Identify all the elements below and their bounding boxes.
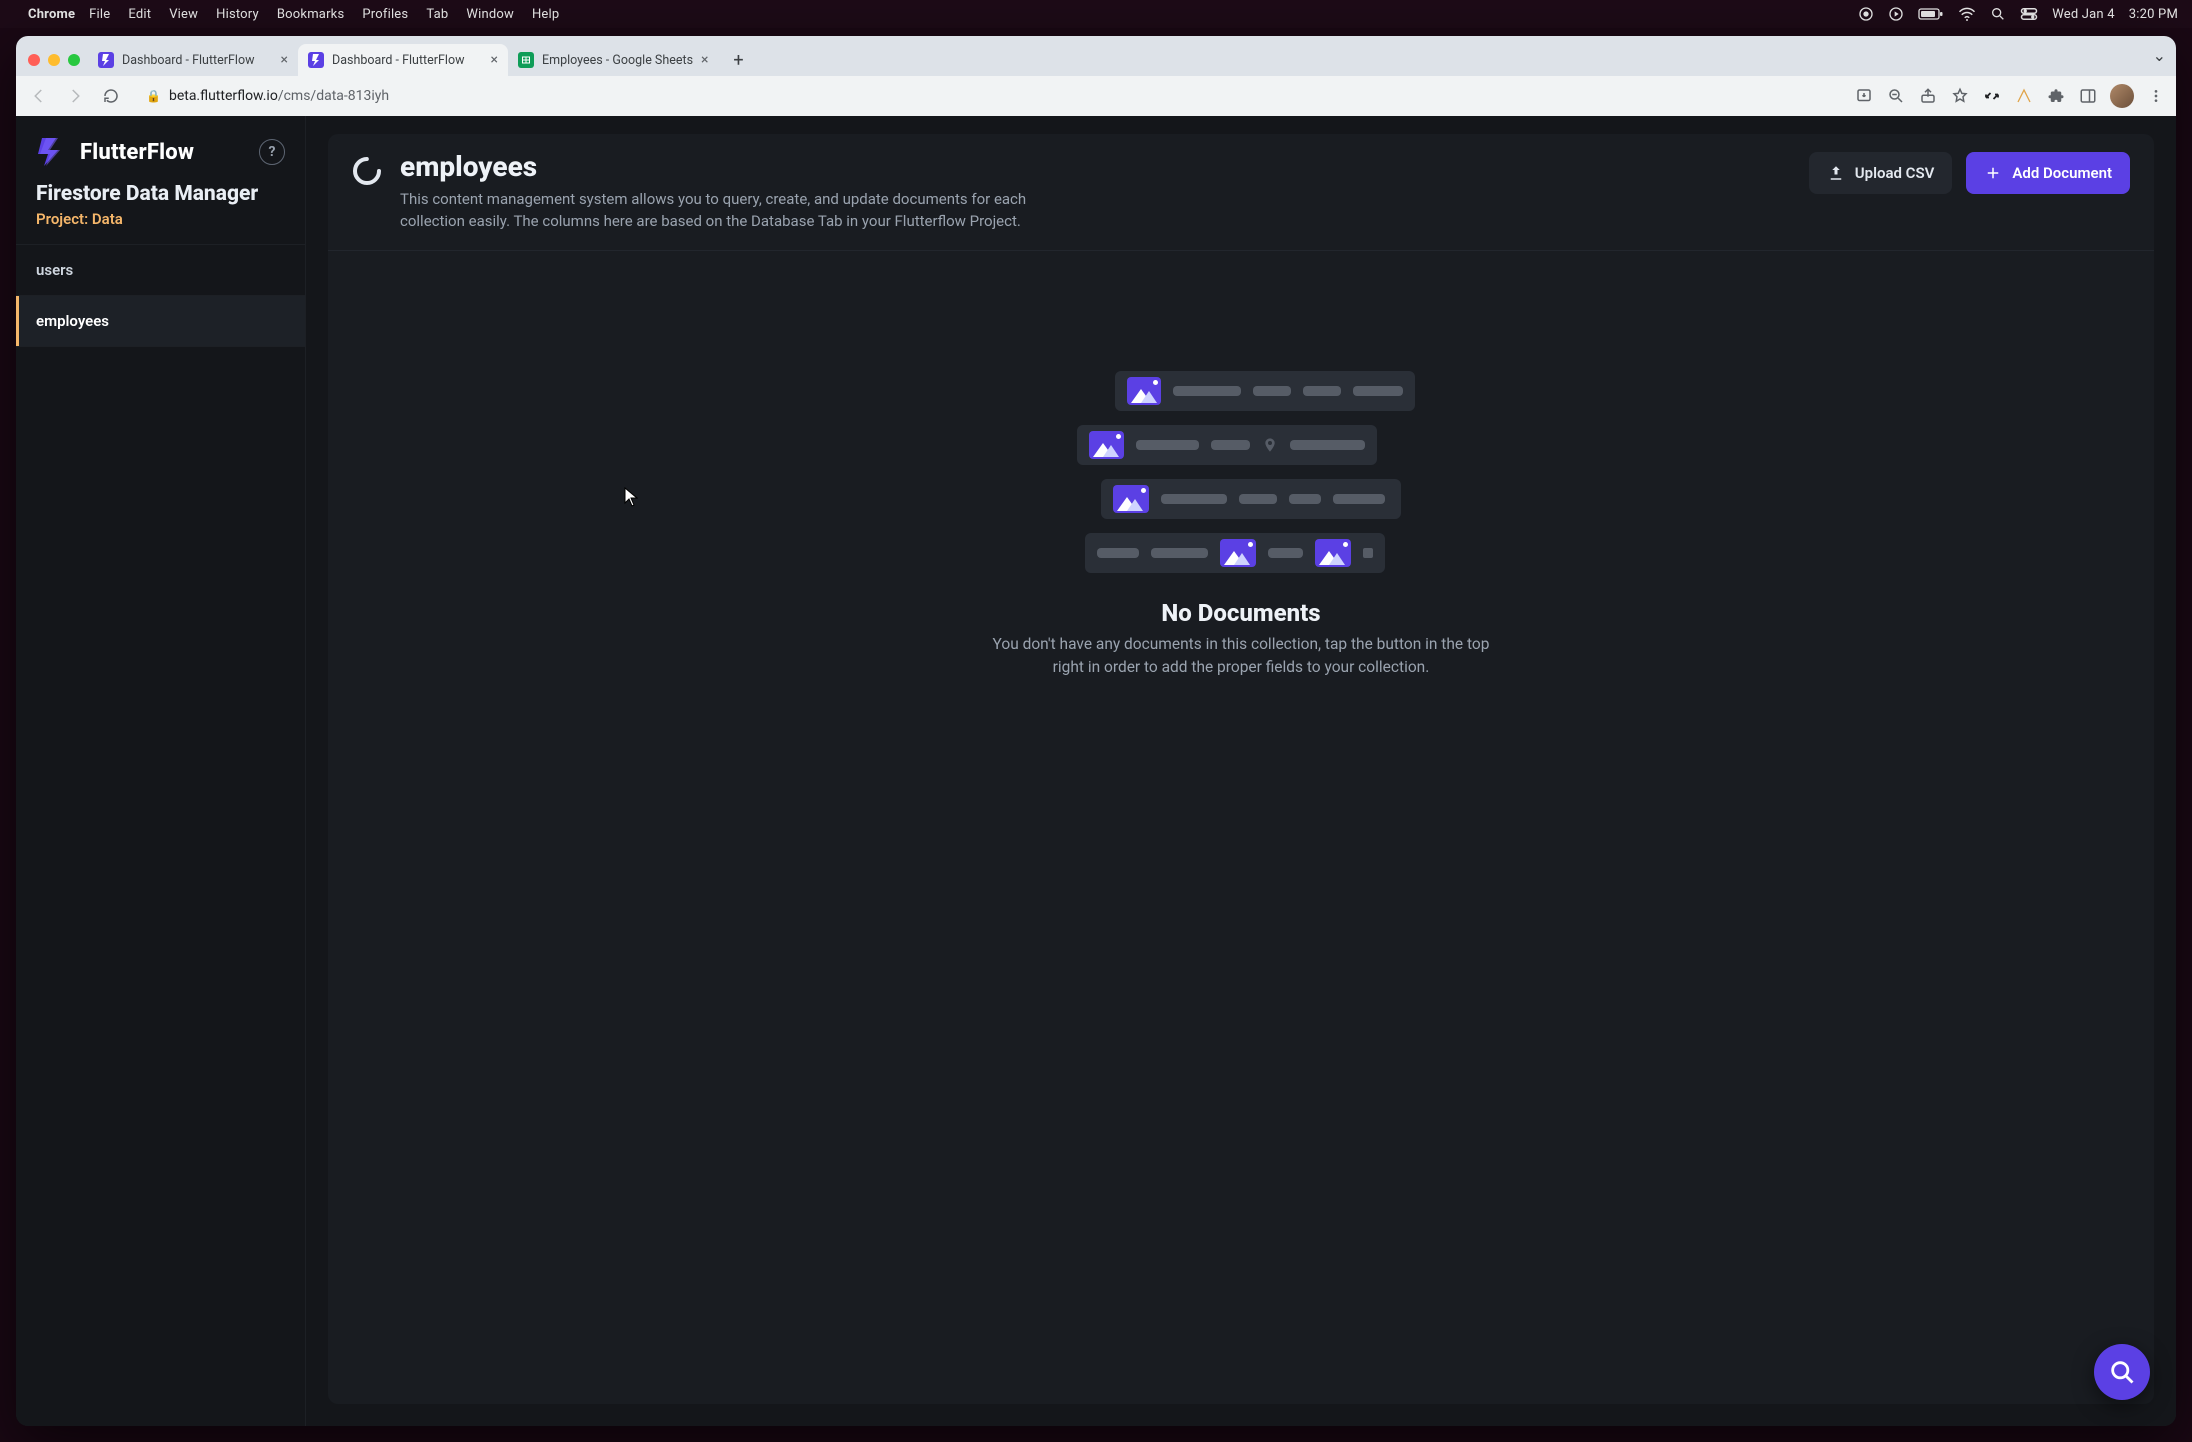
tab-close-icon[interactable]: ×	[491, 52, 498, 68]
chrome-menu-icon[interactable]	[2146, 86, 2166, 106]
install-app-icon[interactable]	[1854, 86, 1874, 106]
plus-icon	[1984, 164, 2002, 182]
menu-window[interactable]: Window	[466, 7, 514, 22]
address-bar: 🔒 beta.flutterflow.io/cms/data-813iyh	[16, 76, 2176, 116]
brand-name: FlutterFlow	[80, 140, 194, 165]
tab-title: Employees - Google Sheets	[542, 53, 693, 68]
nav-reload-button[interactable]	[98, 83, 124, 109]
image-thumb-icon	[1113, 485, 1149, 513]
sidebar-item-employees[interactable]: employees	[16, 296, 305, 347]
illustration-row	[1085, 533, 1385, 573]
spotlight-icon[interactable]	[1990, 6, 2006, 22]
browser-tab[interactable]: Employees - Google Sheets ×	[508, 44, 719, 76]
url-path: /cms/data-813iyh	[278, 88, 389, 104]
mac-menubar: Chrome File Edit View History Bookmarks …	[0, 0, 2192, 28]
collection-title: employees	[400, 152, 1040, 183]
extensions-puzzle-icon[interactable]	[2046, 86, 2066, 106]
cursor-icon	[624, 487, 638, 507]
collection-panel: employees This content management system…	[328, 134, 2154, 1404]
browser-tab[interactable]: Dashboard - FlutterFlow ×	[298, 44, 508, 76]
window-zoom-button[interactable]	[68, 54, 80, 66]
zoom-icon[interactable]	[1886, 86, 1906, 106]
play-circle-icon[interactable]	[1888, 6, 1904, 22]
main-panel-wrapper: employees This content management system…	[306, 116, 2176, 1426]
tab-title: Dashboard - FlutterFlow	[122, 53, 254, 68]
illustration-row	[1101, 479, 1401, 519]
fullscreen-icon[interactable]	[1982, 86, 2002, 106]
tab-favicon-flutterflow-icon	[308, 52, 324, 68]
battery-icon[interactable]	[1918, 7, 1944, 21]
profile-avatar[interactable]	[2110, 84, 2134, 108]
panel-body: No Documents You don't have any document…	[328, 251, 2154, 1404]
browser-window: Dashboard - FlutterFlow × Dashboard - Fl…	[16, 36, 2176, 1426]
screen-record-icon[interactable]	[1858, 6, 1874, 22]
menu-view[interactable]: View	[169, 7, 198, 22]
window-minimize-button[interactable]	[48, 54, 60, 66]
sidebar-item-label: employees	[36, 312, 109, 330]
bookmark-star-icon[interactable]	[1950, 86, 1970, 106]
map-pin-icon	[1262, 437, 1278, 453]
empty-state-illustration	[1091, 371, 1391, 573]
collection-description: This content management system allows yo…	[400, 189, 1040, 233]
menu-file[interactable]: File	[89, 7, 110, 22]
sidebar-project-label: Project: Data	[16, 206, 305, 244]
menu-help[interactable]: Help	[532, 7, 559, 22]
share-icon[interactable]	[1918, 86, 1938, 106]
url-field[interactable]: 🔒 beta.flutterflow.io/cms/data-813iyh	[134, 81, 1844, 111]
empty-state-description: You don't have any documents in this col…	[981, 633, 1501, 678]
tab-close-icon[interactable]: ×	[281, 52, 288, 68]
browser-tab[interactable]: Dashboard - FlutterFlow ×	[88, 44, 298, 76]
upload-csv-label: Upload CSV	[1855, 164, 1935, 182]
add-document-label: Add Document	[2012, 164, 2112, 182]
nav-back-button[interactable]	[26, 83, 52, 109]
flutterflow-logo-icon	[36, 138, 70, 166]
panel-header: employees This content management system…	[328, 134, 2154, 250]
tab-title: Dashboard - FlutterFlow	[332, 53, 464, 68]
menu-history[interactable]: History	[216, 7, 259, 22]
upload-csv-button[interactable]: Upload CSV	[1809, 152, 1953, 194]
wifi-icon[interactable]	[1958, 7, 1976, 21]
lock-icon: 🔒	[146, 89, 161, 103]
extension-a-icon[interactable]	[2014, 86, 2034, 106]
tab-strip: Dashboard - FlutterFlow × Dashboard - Fl…	[16, 36, 2176, 76]
menu-tab[interactable]: Tab	[426, 7, 448, 22]
app-root: FlutterFlow ? Firestore Data Manager Pro…	[16, 116, 2176, 1426]
nav-forward-button[interactable]	[62, 83, 88, 109]
illustration-row	[1115, 371, 1415, 411]
new-tab-button[interactable]: +	[725, 46, 753, 74]
menu-profiles[interactable]: Profiles	[362, 7, 408, 22]
menu-edit[interactable]: Edit	[128, 7, 151, 22]
illustration-row	[1077, 425, 1377, 465]
side-panel-icon[interactable]	[2078, 86, 2098, 106]
sidebar: FlutterFlow ? Firestore Data Manager Pro…	[16, 116, 306, 1426]
control-center-icon[interactable]	[2020, 7, 2038, 21]
collection-loading-icon	[352, 156, 382, 186]
menubar-time[interactable]: 3:20 PM	[2129, 7, 2178, 22]
image-thumb-icon	[1220, 539, 1256, 567]
sidebar-item-label: users	[36, 261, 73, 279]
tab-favicon-flutterflow-icon	[98, 52, 114, 68]
url-host: beta.flutterflow.io	[169, 88, 278, 104]
menubar-app-name[interactable]: Chrome	[28, 7, 75, 22]
sidebar-item-users[interactable]: users	[16, 245, 305, 296]
menubar-date[interactable]: Wed Jan 4	[2052, 7, 2115, 22]
add-document-button[interactable]: Add Document	[1966, 152, 2130, 194]
tab-favicon-sheets-icon	[518, 52, 534, 68]
image-thumb-icon	[1089, 431, 1124, 459]
menu-bookmarks[interactable]: Bookmarks	[277, 7, 345, 22]
empty-state-title: No Documents	[1161, 599, 1320, 627]
help-button[interactable]: ?	[259, 139, 285, 165]
tabs-overflow-button[interactable]: ⌄	[2153, 46, 2166, 65]
tab-close-icon[interactable]: ×	[701, 52, 708, 68]
upload-icon	[1827, 164, 1845, 182]
window-controls	[24, 54, 88, 76]
image-thumb-icon	[1127, 377, 1161, 405]
window-close-button[interactable]	[28, 54, 40, 66]
sidebar-title: Firestore Data Manager	[16, 174, 305, 206]
image-thumb-icon	[1315, 539, 1351, 567]
support-chat-button[interactable]	[2094, 1344, 2150, 1400]
